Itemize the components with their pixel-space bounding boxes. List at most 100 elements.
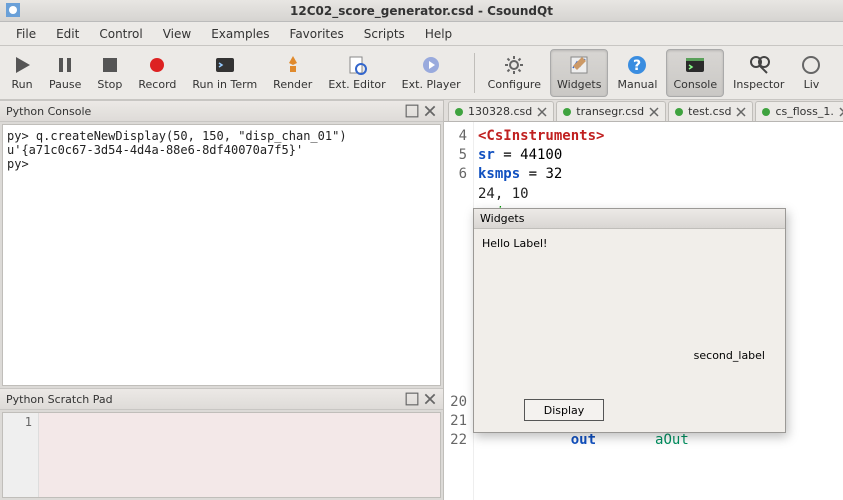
python-console[interactable]: py> q.createNewDisplay(50, 150, "disp_ch… (2, 124, 441, 386)
tab-status-dot-icon (563, 108, 571, 116)
manual-icon: ? (626, 54, 648, 76)
editor-tabstrip: 130328.csd transegr.csd test.csd cs_floss_1… (444, 100, 843, 122)
menu-edit[interactable]: Edit (46, 24, 89, 44)
tab-close-icon[interactable] (649, 107, 659, 117)
inspector-button[interactable]: Inspector (726, 49, 791, 97)
record-button[interactable]: Record (131, 49, 183, 97)
editor-tab[interactable]: cs_floss_1. (755, 101, 843, 121)
label-second: second_label (694, 349, 765, 362)
editor-tab[interactable]: test.csd (668, 101, 753, 121)
live-button[interactable]: Liv (793, 49, 829, 97)
render-button[interactable]: Render (266, 49, 319, 97)
ext-player-icon (420, 54, 442, 76)
menu-help[interactable]: Help (415, 24, 462, 44)
tab-status-dot-icon (675, 108, 683, 116)
scratchpad[interactable]: 1 (2, 412, 441, 498)
editor-line: out aOut (478, 432, 773, 451)
menu-scripts[interactable]: Scripts (354, 24, 415, 44)
run-icon (11, 54, 33, 76)
pause-button[interactable]: Pause (42, 49, 88, 97)
widgets-panel-titlebar[interactable]: Widgets (474, 209, 785, 229)
stop-icon (99, 54, 121, 76)
editor-gutter: 456 202122 (444, 122, 474, 500)
widgets-button[interactable]: Widgets (550, 49, 608, 97)
editor-line: ksmps = 32 (478, 166, 773, 185)
toolbar-separator (474, 53, 475, 93)
tab-status-dot-icon (762, 108, 770, 116)
record-label: Record (138, 78, 176, 91)
menu-examples[interactable]: Examples (201, 24, 279, 44)
widgets-canvas[interactable]: Hello Label! second_label Display (474, 229, 785, 432)
widgets-panel[interactable]: Widgets Hello Label! second_label Displa… (473, 208, 786, 433)
render-icon (282, 54, 304, 76)
window-title: 12C02_score_generator.csd - CsoundQt (290, 4, 553, 18)
render-label: Render (273, 78, 312, 91)
editor-lineno: 21 (444, 413, 467, 432)
editor-lineno: 20 (444, 394, 467, 413)
undock-icon[interactable] (405, 104, 419, 118)
ext-editor-label: Ext. Editor (328, 78, 385, 91)
console-label: Console (673, 78, 717, 91)
console-button[interactable]: Console (666, 49, 724, 97)
manual-label: Manual (617, 78, 657, 91)
editor-lineno: 5 (444, 147, 467, 166)
window-titlebar: 12C02_score_generator.csd - CsoundQt (0, 0, 843, 22)
tab-close-icon[interactable] (537, 107, 547, 117)
manual-button[interactable]: ? Manual (610, 49, 664, 97)
tab-label: transegr.csd (576, 105, 644, 118)
close-icon[interactable] (423, 392, 437, 406)
configure-icon (503, 54, 525, 76)
python-console-header: Python Console (0, 100, 443, 122)
editor-lineno: 4 (444, 128, 467, 147)
editor-line: 24, 10 (478, 185, 529, 204)
ext-editor-button[interactable]: Ext. Editor (321, 49, 392, 97)
run-label: Run (11, 78, 32, 91)
menu-file[interactable]: File (6, 24, 46, 44)
tab-label: cs_floss_1. (775, 105, 833, 118)
console-line: u'{a71c0c67-3d54-4d4a-88e6-8df40070a7f5}… (7, 143, 436, 157)
tab-label: 130328.csd (468, 105, 532, 118)
live-icon (800, 54, 822, 76)
widgets-label: Widgets (557, 78, 601, 91)
editor-line: <CsInstruments> (478, 128, 773, 147)
editor-lineno: 6 (444, 166, 467, 185)
scratchpad-gutter: 1 (3, 413, 39, 497)
tab-close-icon[interactable] (736, 107, 746, 117)
editor-tab[interactable]: transegr.csd (556, 101, 666, 121)
stop-label: Stop (97, 78, 122, 91)
tab-label: test.csd (688, 105, 731, 118)
ext-editor-icon (346, 54, 368, 76)
console-line: py> (7, 157, 436, 171)
pause-label: Pause (49, 78, 81, 91)
record-icon (146, 54, 168, 76)
app-icon (6, 3, 20, 17)
scratchpad-title: Python Scratch Pad (6, 393, 113, 406)
tab-status-dot-icon (455, 108, 463, 116)
configure-label: Configure (488, 78, 541, 91)
ext-player-button[interactable]: Ext. Player (395, 49, 468, 97)
label-hello: Hello Label! (482, 237, 547, 250)
editor-lineno: 22 (444, 432, 467, 451)
scratchpad-header: Python Scratch Pad (0, 388, 443, 410)
menu-control[interactable]: Control (89, 24, 152, 44)
tab-close-icon[interactable] (839, 107, 843, 117)
console-line: py> q.createNewDisplay(50, 150, "disp_ch… (7, 129, 436, 143)
menu-favorites[interactable]: Favorites (280, 24, 354, 44)
svg-text:?: ? (633, 58, 641, 74)
close-icon[interactable] (423, 104, 437, 118)
run-term-icon (214, 54, 236, 76)
widgets-icon (568, 54, 590, 76)
widgets-panel-title: Widgets (480, 212, 524, 225)
run-term-label: Run in Term (192, 78, 257, 91)
stop-button[interactable]: Stop (90, 49, 129, 97)
run-term-button[interactable]: Run in Term (185, 49, 264, 97)
editor-tab[interactable]: 130328.csd (448, 101, 554, 121)
editor-line: sr = 44100 (478, 147, 773, 166)
run-button[interactable]: Run (4, 49, 40, 97)
undock-icon[interactable] (405, 392, 419, 406)
live-label: Liv (804, 78, 820, 91)
inspector-icon (748, 54, 770, 76)
display-widget[interactable]: Display (524, 399, 604, 421)
configure-button[interactable]: Configure (481, 49, 548, 97)
menu-view[interactable]: View (153, 24, 201, 44)
